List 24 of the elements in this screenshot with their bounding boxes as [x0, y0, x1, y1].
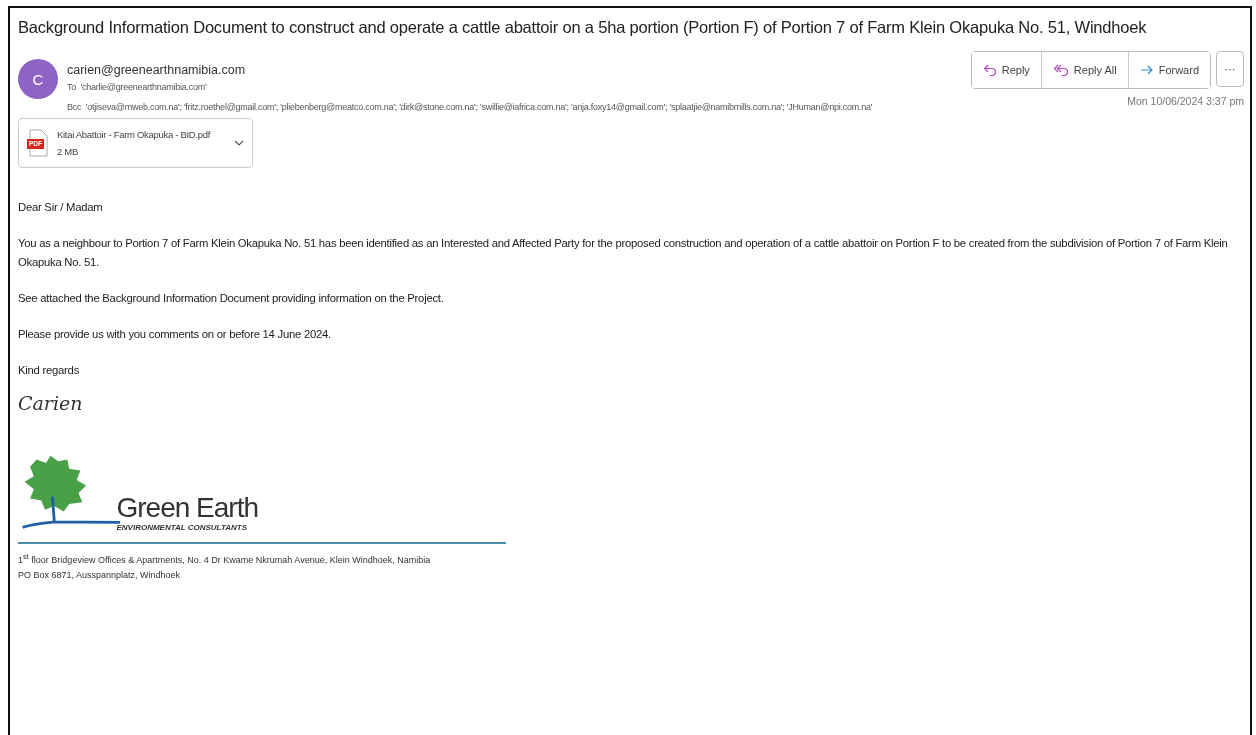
signature: Carien [18, 392, 84, 414]
reply-all-icon [1052, 63, 1069, 77]
reply-icon [982, 63, 997, 77]
forward-button[interactable]: Forward [1127, 52, 1210, 88]
body-paragraph: You as a neighbour to Portion 7 of Farm Klein Okapuka No. 51 has been identified as an Interested and Affected Party for the proposed construction and operation of a cattle abattoir on Portion F to be created from the subdivision of Portion 7 of Farm Klein Okapuka No. 51. [18, 236, 1229, 270]
to-line: To 'charlie@greenearthnamibia.com' [67, 82, 208, 92]
body-paragraph: Dear Sir / Madam [18, 200, 104, 215]
attachment-name: Kitai Abattoir - Farm Okapuka - BID.pdf [57, 129, 212, 140]
sender-avatar: C [18, 59, 58, 99]
bcc-line: Bcc 'otjiseva@mweb.com.na'; 'fritz.roethel@gmail.com'; 'pliebenberg@meatco.com.na'; 'dirk@stone.com.na'; 'swillie@iafrica.com.na'; 'anja.foxy14@gmail.com'; 'splaatjie@namibmills.com.na'; 'JHuman@npi.com.na' [67, 102, 874, 112]
body-paragraph: Please provide us with you comments on or before 14 June 2024. [18, 327, 332, 342]
logo-tagline: ENVIRONMENTAL CONSULTANTS [116, 523, 248, 532]
sender-email: carien@greenearthnamibia.com [67, 63, 247, 77]
attachment-size: 2 MB [57, 146, 79, 157]
logo-name: Green Earth [116, 493, 258, 523]
chevron-down-icon[interactable] [234, 140, 244, 146]
more-button[interactable]: ··· [1216, 51, 1244, 87]
address-line: PO Box 6871, Ausspannplatz, Windhoek [18, 570, 182, 580]
email-subject: Background Information Document to construct and operate a cattle abattoir on a 5ha portion (Portion F) of Portion 7 of Farm Klein Okapuka No. 51, Windhoek [18, 18, 1148, 37]
forward-icon [1139, 64, 1154, 76]
body-paragraph: See attached the Background Information Document providing information on the Project. [18, 291, 445, 306]
sent-date: Mon 10/06/2024 3:37 pm [1127, 95, 1244, 107]
address-line: 1$^{st}$ floor Bridgeview Offices & Apartments, No. 4 Dr Kwame Nkrumah Avenue, Klein Windhoek, Namibia [18, 552, 432, 565]
body-paragraph: Kind regards [18, 363, 81, 378]
